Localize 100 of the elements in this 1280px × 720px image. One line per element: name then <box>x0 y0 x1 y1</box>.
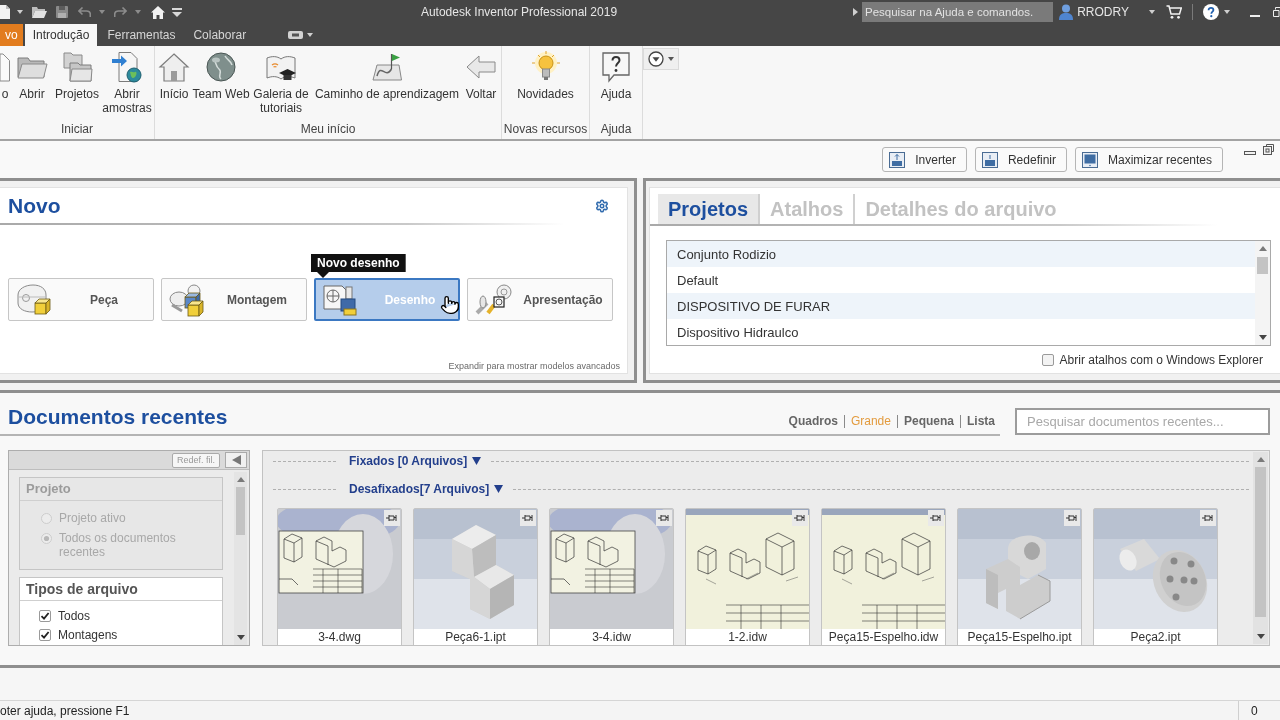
file-card[interactable]: 1-2.idw <box>685 508 810 645</box>
triangle-right-icon[interactable] <box>853 8 858 16</box>
search-field[interactable]: Pesquisar na Ajuda e comandos. <box>862 2 1054 22</box>
ribbon-button[interactable]: Galeria de tutoriais <box>251 46 311 115</box>
caret-icon[interactable] <box>1224 10 1230 14</box>
save-icon[interactable] <box>56 6 68 18</box>
file-card[interactable]: 3-4.idw <box>549 508 674 645</box>
scroll-up-icon[interactable] <box>1256 457 1265 462</box>
checkbox-label: Abrir atalhos com o Windows Explorer <box>1059 353 1263 367</box>
file-card[interactable]: Peça15-Espelho.ipt <box>957 508 1082 645</box>
scroll-down-icon[interactable] <box>1256 634 1265 639</box>
hand-cursor-icon <box>440 295 460 315</box>
panel-tab[interactable]: Projetos <box>658 194 761 224</box>
ribbon-tab[interactable]: Introdução <box>24 24 98 46</box>
restore-icon[interactable] <box>1273 7 1280 17</box>
pin-icon[interactable] <box>928 510 944 526</box>
view-link[interactable]: Lista <box>967 414 995 428</box>
ribbon-button[interactable]: Ajuda <box>595 46 637 101</box>
view-link[interactable]: Quadros <box>788 414 838 428</box>
ribbon-button[interactable]: Início <box>157 46 191 101</box>
pin-icon[interactable] <box>792 510 808 526</box>
scrollbar-thumb[interactable] <box>236 487 245 535</box>
pin-icon[interactable] <box>1200 510 1216 526</box>
caret-icon[interactable] <box>1149 10 1155 14</box>
scrollbar[interactable] <box>1253 452 1268 644</box>
scrollbar[interactable] <box>1255 241 1270 345</box>
dropdown-icon[interactable] <box>172 7 182 17</box>
panel-icon <box>981 151 998 168</box>
scroll-down-icon[interactable] <box>1258 335 1267 340</box>
tooltip: Novo desenho <box>311 254 406 278</box>
settings-icon[interactable] <box>595 198 609 213</box>
ribbon-button[interactable]: Voltar <box>463 46 499 101</box>
collapse-button[interactable] <box>225 452 247 468</box>
file-card[interactable]: 3-4.dwg <box>277 508 402 645</box>
dropdown-button[interactable] <box>643 48 679 70</box>
minimize-icon[interactable] <box>1244 151 1256 155</box>
group-label[interactable]: Fixados [0 Arquivos] <box>349 454 468 468</box>
file-card[interactable]: Peça2.ipt <box>1093 508 1218 645</box>
monitor-icon <box>1081 151 1098 168</box>
user-name[interactable]: RRODRY <box>1077 5 1129 19</box>
document-globe-icon <box>111 51 143 83</box>
search-field[interactable]: Pesquisar documentos recentes... <box>1015 408 1270 435</box>
status-count: 0 <box>1238 701 1280 720</box>
home-icon[interactable] <box>151 5 165 19</box>
rounded-rectangle-icon[interactable] <box>288 31 304 39</box>
globe-icon <box>205 51 237 83</box>
ribbon-button[interactable]: Novidades <box>509 46 582 101</box>
panel-title: Meu início <box>300 122 356 136</box>
checkbox[interactable] <box>39 609 51 622</box>
file-card[interactable]: Peça6-1.ipt <box>413 508 538 645</box>
template-button[interactable]: Montagem <box>161 278 307 321</box>
new-file-icon[interactable] <box>0 5 10 19</box>
project-list-item[interactable]: Conjunto Rodizio <box>667 241 1255 267</box>
scroll-down-icon[interactable] <box>236 635 245 640</box>
toolbar-button[interactable]: Inverter <box>882 147 967 172</box>
project-list-item[interactable]: DISPOSITIVO DE FURAR <box>667 293 1255 319</box>
scrollbar[interactable] <box>234 472 247 645</box>
option-label: Montagens <box>58 627 118 642</box>
view-link[interactable]: Pequena <box>903 414 954 428</box>
redo-icon[interactable] <box>114 7 127 17</box>
expand-link[interactable]: Expandir para mostrar modelos avancados <box>448 361 620 371</box>
scrollbar-thumb[interactable] <box>1255 467 1266 617</box>
ribbon-tab[interactable]: Colaborar <box>185 24 255 46</box>
panel-title: Iniciar <box>61 122 93 136</box>
pin-icon[interactable] <box>656 510 672 526</box>
ribbon-button[interactable]: o <box>0 46 10 101</box>
ribbon-button[interactable]: Team Web <box>191 46 251 101</box>
ribbon-tab[interactable]: Ferramentas <box>99 24 184 46</box>
caret-icon[interactable] <box>494 485 504 493</box>
file-card[interactable]: Peça15-Espelho.idw <box>821 508 946 645</box>
template-button[interactable]: Peça <box>8 278 154 321</box>
caret-icon[interactable] <box>472 457 482 465</box>
undo-icon[interactable] <box>78 7 91 17</box>
checkbox[interactable] <box>39 628 51 641</box>
scroll-up-icon[interactable] <box>1258 246 1267 251</box>
template-button[interactable]: Apresentação <box>467 278 613 321</box>
scrollbar-thumb[interactable] <box>1257 257 1268 274</box>
pin-icon[interactable] <box>384 510 400 526</box>
caret-icon[interactable] <box>17 10 23 14</box>
caret-icon[interactable] <box>307 33 314 37</box>
triangle-left-icon <box>231 455 241 465</box>
cart-icon[interactable] <box>1166 5 1182 19</box>
folder-icon[interactable] <box>32 6 47 18</box>
ribbon-button[interactable]: Projetos <box>54 46 100 101</box>
pin-icon[interactable] <box>1064 510 1080 526</box>
pin-icon[interactable] <box>520 510 536 526</box>
checkbox[interactable] <box>1041 354 1054 366</box>
ribbon-button[interactable]: Caminho de aprendizagem <box>311 46 463 101</box>
ribbon-button[interactable]: Abrir amostras <box>100 46 154 115</box>
group-label[interactable]: Desafixados[7 Arquivos] <box>349 482 490 496</box>
ribbon-button[interactable]: Abrir <box>10 46 54 101</box>
section-heading: Documentos recentes <box>8 405 228 429</box>
toolbar-button[interactable]: Maximizar recentes <box>1074 147 1223 172</box>
group-title: Tipos de arquivo <box>20 578 222 601</box>
scroll-up-icon[interactable] <box>236 477 245 482</box>
restore-icon[interactable] <box>1263 144 1274 155</box>
light-bulb-icon <box>529 51 562 83</box>
help-icon[interactable] <box>1203 4 1219 20</box>
option-label: Todos os documentos recentes <box>59 531 177 559</box>
toolbar-button[interactable]: Redefinir <box>974 147 1067 172</box>
